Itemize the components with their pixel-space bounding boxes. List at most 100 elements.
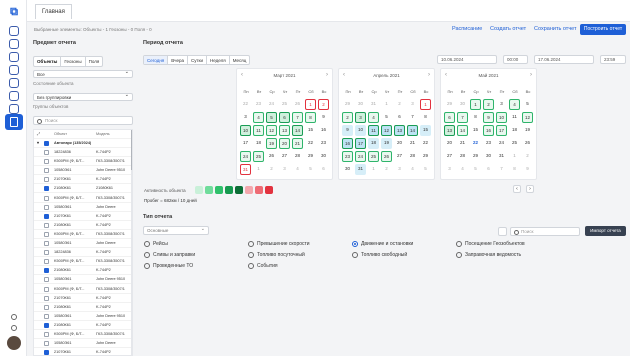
report-option[interactable]: Рейсы [144,241,168,247]
calendar-day[interactable]: 6 [394,112,405,123]
calendar-day[interactable]: 11 [253,125,264,136]
tab-day[interactable]: Сутки [188,56,208,64]
row-checkbox[interactable] [44,277,49,283]
table-row[interactable]: 21080К61 K-744P2 [34,303,132,312]
report-category-select[interactable]: Основные [143,225,209,235]
chevron-left-icon[interactable]: ‹ [241,72,243,78]
calendar-day[interactable]: 29 [342,99,353,110]
calendar-day[interactable]: 21 [292,138,303,149]
table-row[interactable]: K500PM (Ф, Б/Т... ГКЗ-3308/3507/1 [34,230,132,239]
state-select[interactable]: Все [33,69,133,78]
map-icon[interactable] [9,39,19,49]
calendar-day[interactable]: 8 [470,112,481,123]
report-option[interactable]: События [248,263,278,269]
calendar-day[interactable]: 24 [266,99,277,110]
tab-objects[interactable]: Объекты [34,57,62,66]
row-checkbox[interactable] [44,204,49,210]
table-row[interactable]: 21080К61 21080К61 [34,184,132,194]
calendar-day[interactable]: 3 [355,112,366,123]
calendar-day[interactable]: 23 [318,138,329,149]
calendar-day[interactable]: 9 [522,164,533,175]
calendar-day[interactable]: 3 [394,164,405,175]
table-row[interactable]: 21070К61 K-744P2 [34,348,132,355]
calendar-day[interactable]: 17 [355,138,366,149]
calendar-day[interactable]: 15 [420,125,431,136]
save-report-link[interactable]: Сохранить отчет [534,26,577,32]
grouping-select[interactable]: Без группировки [33,92,133,101]
calendar-day[interactable]: 6 [444,112,455,123]
next-month-button[interactable]: › [526,185,534,193]
report-search-input[interactable]: Поиск [510,227,580,236]
chevron-left-icon[interactable]: ‹ [343,72,345,78]
calendar-day[interactable]: 20 [444,138,455,149]
logo-icon[interactable]: ⧉ [7,6,21,18]
calendar-day[interactable]: 9 [318,112,329,123]
calendar-day[interactable]: 15 [470,125,481,136]
row-checkbox[interactable] [44,286,49,292]
prev-month-button[interactable]: ‹ [513,185,521,193]
calendar-day[interactable]: 30 [318,151,329,162]
layers-icon[interactable] [9,52,19,62]
calendar-day[interactable]: 1 [253,164,264,175]
row-checkbox[interactable] [44,332,49,337]
bell-icon[interactable] [11,325,17,331]
calendar-day[interactable]: 30 [483,151,494,162]
calendar-day[interactable]: 22 [305,138,316,149]
row-checkbox[interactable] [44,159,49,165]
tab-month[interactable]: Месяц [230,56,250,64]
calendar-day[interactable]: 29 [470,151,481,162]
calendar-day[interactable]: 2 [342,112,353,123]
table-row[interactable]: K500PM (Ф, Б/Т... ГКЗ-3308/3507/1 [34,285,132,294]
calendar-day[interactable]: 20 [394,138,405,149]
row-checkbox[interactable] [44,213,49,219]
radio-icon[interactable] [248,241,254,247]
table-row[interactable]: 18224836 K-744P2 [34,148,132,158]
calendar-day[interactable]: 7 [407,112,418,123]
calendar-day[interactable]: 30 [342,164,353,175]
avatar[interactable] [7,336,21,350]
calendar-day[interactable]: 25 [509,138,520,149]
radio-icon[interactable] [352,252,358,258]
schedule-link[interactable]: Расписание [452,26,482,32]
calendar-day[interactable]: 30 [355,99,366,110]
calendar-day[interactable]: 26 [266,151,277,162]
table-row[interactable]: 18224836 K-744P2 [34,248,132,258]
row-checkbox[interactable] [44,304,49,310]
calendar-day[interactable]: 4 [292,164,303,175]
calendar-day[interactable]: 11 [368,125,379,136]
report-option[interactable]: Посещение Геозобъектов [456,241,525,247]
report-option[interactable]: Топливо свободный [352,252,407,258]
calendar-day[interactable]: 2 [522,151,533,162]
calendar-day[interactable]: 15 [305,125,316,136]
calendar-day[interactable]: 16 [483,125,494,136]
tab-today[interactable]: Сегодня [144,56,169,64]
calendar-day[interactable]: 20 [279,138,290,149]
row-checkbox[interactable] [44,268,49,274]
row-checkbox[interactable] [44,150,49,155]
calendar-day[interactable]: 26 [381,151,392,162]
calendar-day[interactable]: 4 [368,112,379,123]
tab-yesterday[interactable]: Вчера [168,56,188,64]
calendar-day[interactable]: 28 [292,151,303,162]
calendar-day[interactable]: 25 [368,151,379,162]
calendar-day[interactable]: 28 [457,151,468,162]
row-checkbox[interactable] [44,177,49,183]
calendar-day[interactable]: 1 [305,99,316,110]
calendar-day[interactable]: 18 [368,138,379,149]
route-icon[interactable] [9,104,19,114]
calendar-day[interactable]: 16 [342,138,353,149]
root-checkbox[interactable] [44,141,49,146]
tab-week[interactable]: Неделя [207,56,230,64]
build-report-button[interactable]: Построить отчет [580,24,626,35]
calendar-day[interactable]: 14 [457,125,468,136]
chevron-right-icon[interactable]: › [428,72,430,78]
calendar-day[interactable]: 1 [509,151,520,162]
calendar-day[interactable]: 22 [470,138,481,149]
calendar-day[interactable]: 3 [279,164,290,175]
calendar-day[interactable]: 31 [240,164,251,175]
calendar-day[interactable]: 5 [381,112,392,123]
row-checkbox[interactable] [44,222,49,228]
calendar-day[interactable]: 2 [394,99,405,110]
calendar-day[interactable]: 2 [318,99,329,110]
calendar-day[interactable]: 23 [483,138,494,149]
